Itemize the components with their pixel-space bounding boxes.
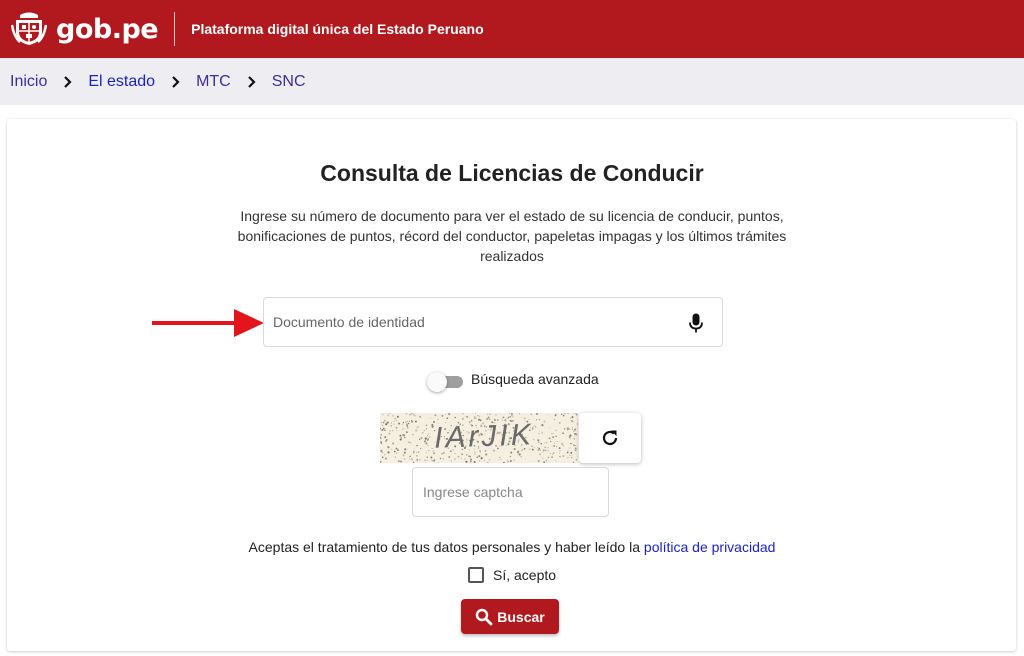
- captcha-text: IArJIK: [434, 418, 535, 454]
- toggle-knob: [427, 372, 447, 392]
- header-tagline: Plataforma digital única del Estado Peru…: [191, 21, 484, 37]
- breadcrumb-item-el-estado[interactable]: El estado: [88, 73, 155, 91]
- document-field: [263, 297, 723, 347]
- header-divider: [174, 12, 176, 46]
- breadcrumb-item-snc[interactable]: SNC: [272, 73, 306, 91]
- breadcrumb: Inicio El estado MTC SNC: [0, 58, 1024, 105]
- advanced-search-toggle[interactable]: [427, 372, 465, 392]
- privacy-text: Aceptas el tratamiento de tus datos pers…: [248, 539, 641, 555]
- page-description: Ingrese su número de documento para ver …: [237, 208, 787, 264]
- chevron-right-icon: [172, 75, 180, 88]
- captcha-image: IArJIK: [380, 413, 578, 463]
- peru-shield-icon: [11, 12, 47, 45]
- search-icon: [476, 608, 493, 625]
- microphone-icon[interactable]: [689, 313, 703, 333]
- search-button[interactable]: Buscar: [461, 599, 559, 634]
- document-input[interactable]: [264, 302, 664, 342]
- red-arrow-icon: [152, 309, 264, 337]
- gob-pe-logo[interactable]: gob.pe: [11, 0, 159, 58]
- accept-label: Sí, acepto: [493, 567, 557, 583]
- search-button-label: Buscar: [497, 608, 545, 625]
- chevron-right-icon: [247, 75, 256, 88]
- captcha-field: [412, 467, 609, 517]
- breadcrumb-item-inicio[interactable]: Inicio: [10, 73, 47, 91]
- privacy-notice: Aceptas el tratamiento de tus datos pers…: [0, 539, 1024, 555]
- refresh-captcha-button[interactable]: [579, 413, 641, 463]
- advanced-search-label: Búsqueda avanzada: [471, 371, 599, 387]
- accept-control[interactable]: Sí, acepto: [468, 567, 556, 583]
- refresh-icon: [602, 430, 618, 446]
- captcha-input[interactable]: [413, 468, 593, 516]
- chevron-right-icon: [64, 75, 72, 88]
- logo-text: gob.pe: [56, 13, 159, 45]
- page-title: Consulta de Licencias de Conducir: [320, 160, 704, 186]
- privacy-policy-link[interactable]: política de privacidad: [644, 539, 776, 555]
- accept-checkbox[interactable]: [468, 567, 484, 583]
- breadcrumb-item-mtc[interactable]: MTC: [196, 73, 231, 91]
- top-header: gob.pe Plataforma digital única del Esta…: [0, 0, 1024, 58]
